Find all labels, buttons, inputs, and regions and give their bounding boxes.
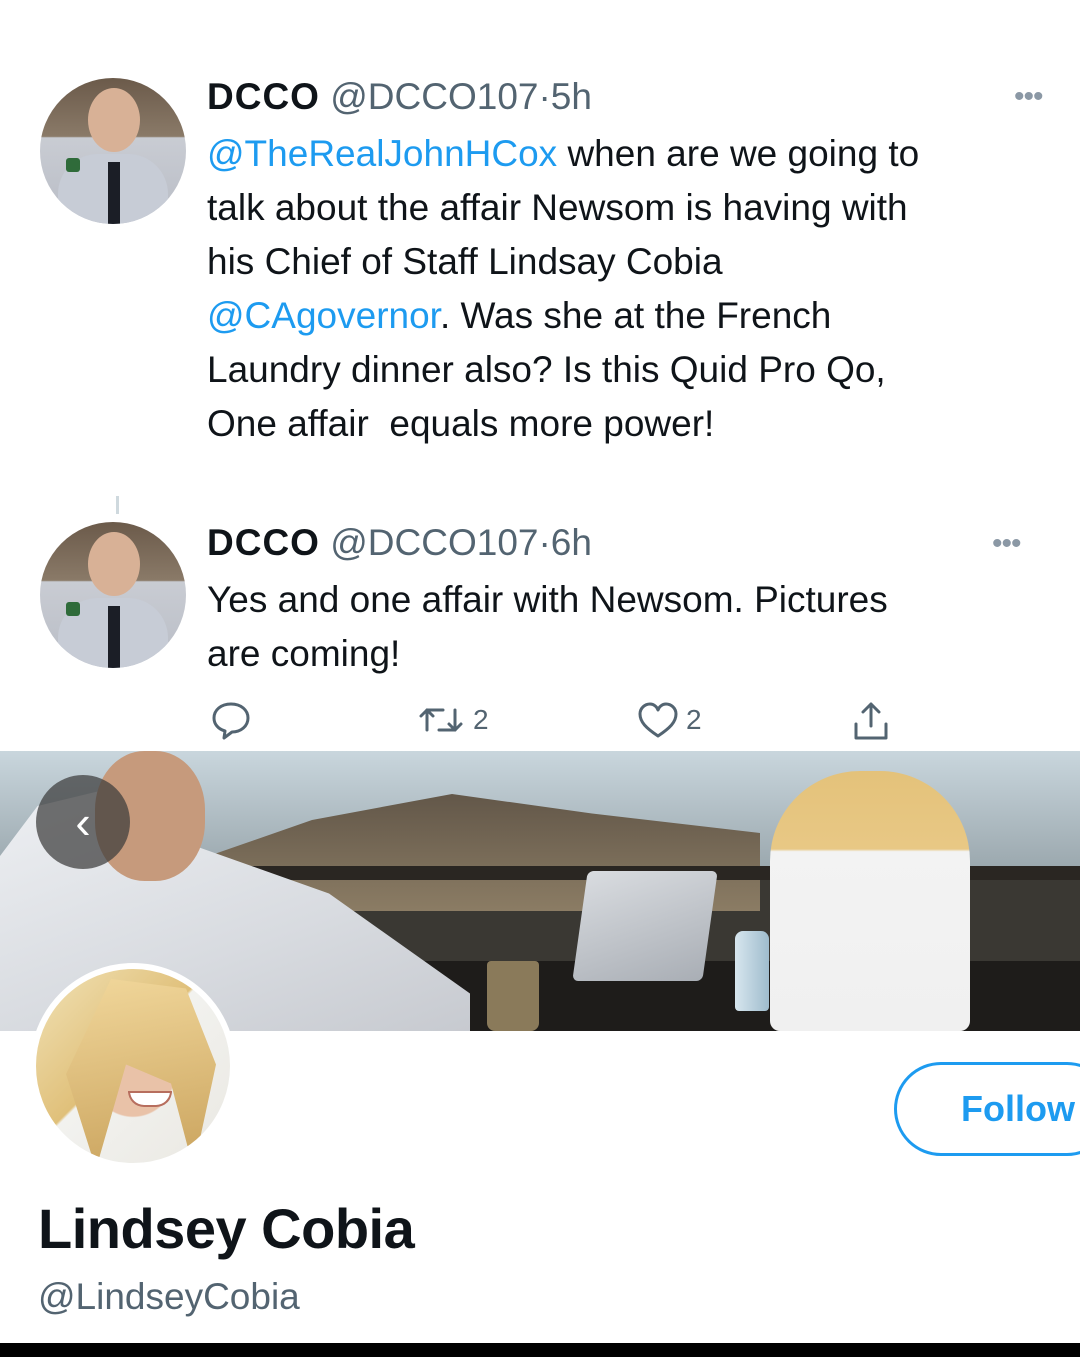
text-line: are coming! xyxy=(207,627,888,681)
like-button[interactable]: 2 xyxy=(636,700,702,740)
profile-avatar-hair xyxy=(66,979,216,1163)
retweet-count: 2 xyxy=(473,704,489,735)
banner-cup xyxy=(487,961,539,1031)
author-avatar[interactable] xyxy=(40,522,186,668)
profile-avatar[interactable] xyxy=(30,963,236,1169)
retweet-button[interactable]: 2 xyxy=(415,700,489,740)
text-span: are coming! xyxy=(207,633,401,674)
follow-button[interactable]: Follow xyxy=(894,1062,1080,1156)
banner-laptop xyxy=(572,871,718,981)
tweet-text: Yes and one affair with Newsom. Pictures… xyxy=(207,573,888,681)
banner-person-right xyxy=(770,771,970,1031)
profile-handle: @LindseyCobia xyxy=(38,1276,300,1317)
tweet-2[interactable]: DCCO @DCCO107·6h ••• Yes and one affair … xyxy=(0,0,1080,750)
reply-icon xyxy=(212,702,250,740)
share-button[interactable] xyxy=(850,700,892,742)
avatar-head xyxy=(88,532,140,596)
banner-bottle xyxy=(735,931,769,1011)
like-icon xyxy=(638,702,678,738)
tweet-actions: 2 2 xyxy=(0,700,1080,744)
author-handle[interactable]: @DCCO107 xyxy=(330,522,538,563)
tweet-time[interactable]: 6h xyxy=(551,522,592,563)
more-icon[interactable]: ••• xyxy=(992,527,1021,561)
separator: · xyxy=(538,522,551,563)
follow-label: Follow xyxy=(961,1088,1075,1129)
like-count: 2 xyxy=(686,704,702,735)
avatar-tie xyxy=(108,606,120,668)
reply-button[interactable] xyxy=(210,700,258,740)
profile-display-name: Lindsey Cobia xyxy=(38,1197,415,1260)
share-icon xyxy=(854,702,888,740)
avatar-badge xyxy=(66,602,80,616)
retweet-icon xyxy=(419,708,463,732)
tweet-header: DCCO @DCCO107·6h xyxy=(207,522,592,564)
bottom-edge xyxy=(0,1343,1080,1357)
chevron-left-icon[interactable]: ‹ xyxy=(36,775,130,869)
author-name[interactable]: DCCO xyxy=(207,522,320,563)
profile-avatar-smile xyxy=(128,1091,172,1107)
text-line: Yes and one affair with Newsom. Pictures xyxy=(207,573,888,627)
text-span: Yes and one affair with Newsom. Pictures xyxy=(207,579,888,620)
